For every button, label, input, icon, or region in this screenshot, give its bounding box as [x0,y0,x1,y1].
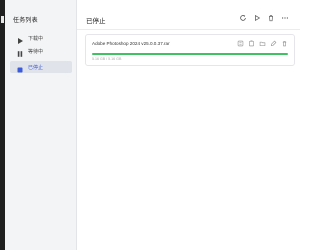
delete-all-button[interactable] [266,13,276,23]
task-open-file-button[interactable] [269,39,277,47]
copy-link-icon [248,40,254,46]
task-progress-fill [92,53,288,55]
refresh-button[interactable] [238,13,248,23]
main-panel: 已停止 Adobe Photoshop 2024 v25.0.0.37.rar [77,0,300,250]
delete-icon [269,15,273,22]
open-file-icon [270,40,276,46]
play-icon [255,14,261,22]
task-open-folder-button[interactable] [258,39,266,47]
refresh-icon [240,14,246,21]
page-title: 已停止 [86,18,106,25]
stop-icon [15,62,25,73]
open-folder-icon [259,41,265,46]
sidebar: 任务列表 下载中 等待中 已停止 [5,0,77,250]
resume-all-button[interactable] [252,13,262,23]
pause-icon [15,46,25,57]
sidebar-item-stopped[interactable]: 已停止 [10,61,72,73]
sidebar-item-waiting[interactable]: 等待中 [10,45,72,57]
task-item[interactable]: Adobe Photoshop 2024 v25.0.0.37.rar 5.16… [85,34,295,66]
task-info-button[interactable] [236,39,244,47]
delete-icon [282,40,286,46]
more-icon [281,17,289,19]
sidebar-title: 任务列表 [13,18,38,24]
sidebar-item-label: 下载中 [28,35,44,42]
play-icon [15,33,25,44]
toolbar [238,13,290,23]
sidebar-item-label: 已停止 [28,64,44,71]
info-icon [237,40,243,46]
task-actions [236,39,288,47]
more-button[interactable] [280,13,290,23]
task-delete-button[interactable] [280,39,288,47]
app-logo [1,16,4,23]
task-copy-link-button[interactable] [247,39,255,47]
header-divider [77,29,300,30]
sidebar-item-downloading[interactable]: 下载中 [10,32,72,44]
sidebar-item-label: 等待中 [28,48,44,55]
task-name: Adobe Photoshop 2024 v25.0.0.37.rar [92,41,170,46]
task-progress-bar [92,53,288,55]
task-size: 5.16 GB / 5.16 GB [92,57,122,61]
